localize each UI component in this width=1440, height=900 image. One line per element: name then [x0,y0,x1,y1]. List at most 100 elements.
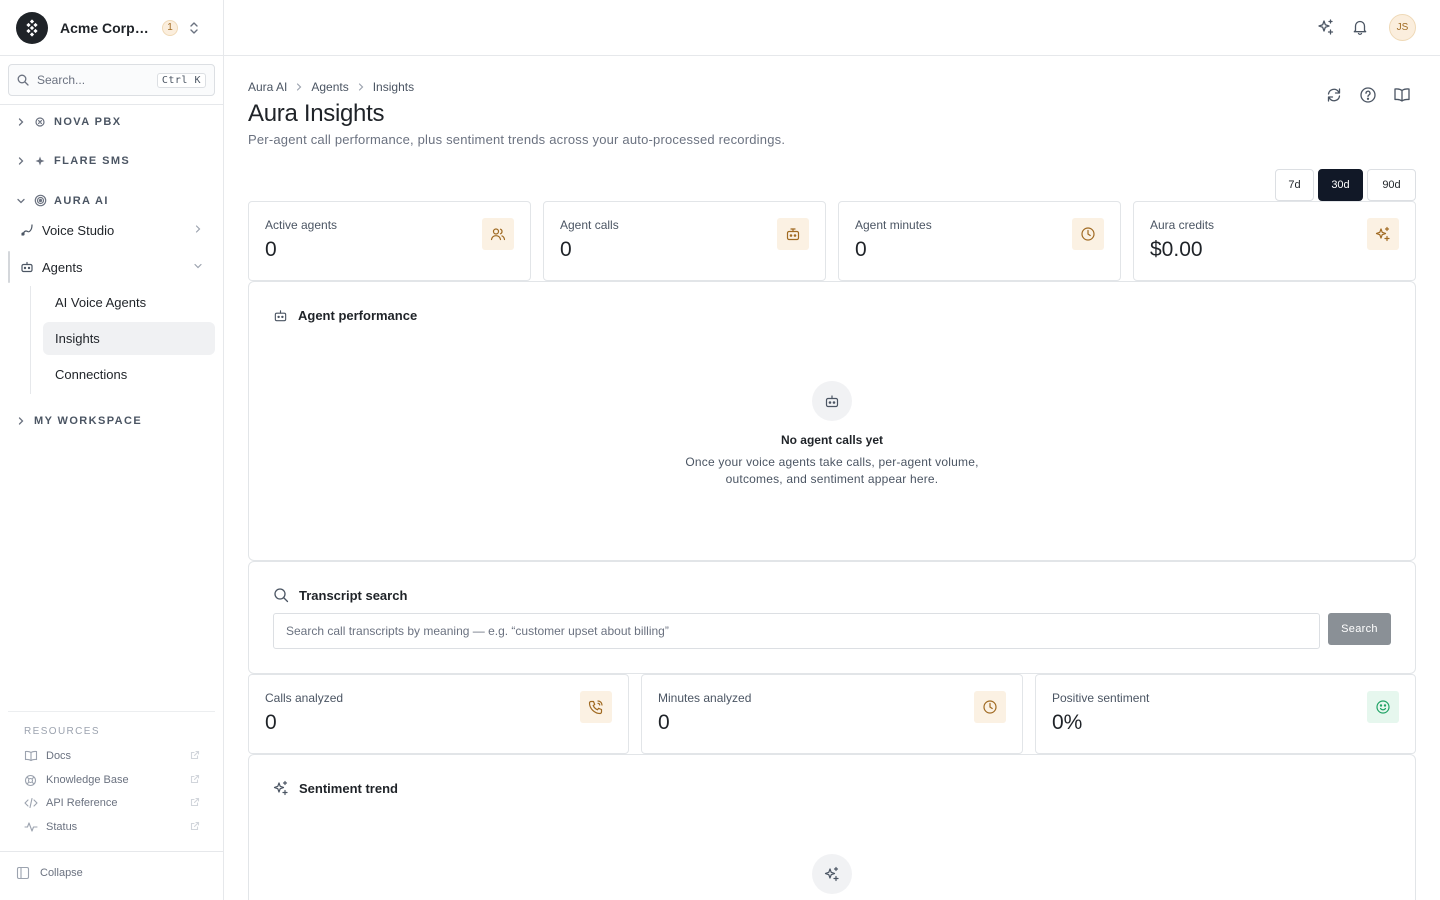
stat-label: Active agents [265,218,338,232]
bot-icon [273,308,288,323]
stat-label: Agent calls [560,218,619,232]
nav-label: Agents [42,259,83,275]
topbar [224,0,1440,56]
phone-icon [34,116,48,128]
clock-icon [1072,218,1104,250]
nav-label: Voice Studio [42,222,115,238]
nav-agents[interactable]: Agents [8,251,215,283]
section-nova-pbx[interactable]: NOVA PBX [16,116,121,128]
chevrons-up-down-icon[interactable] [188,21,200,35]
resource-label: Knowledge Base [46,774,129,786]
chevron-right-icon [16,416,28,426]
search-placeholder: Search... [37,73,86,87]
stat-value: 0 [265,238,277,261]
divider [8,711,215,712]
org-logo [16,11,48,44]
org-switcher[interactable]: Acme Corporation 1 [0,0,223,56]
range-7d-button[interactable]: 7d [1275,169,1314,201]
sparkle-icon [34,155,48,167]
panel-title: Transcript search [273,587,407,603]
section-my-workspace[interactable]: MY WORKSPACE [16,415,142,427]
smile-icon [1367,691,1399,723]
stat-card-agent-calls: Agent calls 0 [543,201,826,281]
chevron-down-icon [193,261,203,271]
breadcrumb-item[interactable]: Aura AI [248,80,287,94]
external-link-icon [190,750,200,760]
help-circle-icon[interactable] [1359,86,1377,104]
stat-card-active-agents: Active agents 0 [248,201,531,281]
phone-icon [580,691,612,723]
stat-card-calls-analyzed: Calls analyzed 0 [248,674,629,754]
stat-value: 0 [855,238,867,261]
stat-card-aura-credits: Aura credits $0.00 [1133,201,1416,281]
empty-state-title: No agent calls yet [780,433,884,447]
activity-icon [24,821,38,833]
resource-label: Status [46,821,78,833]
resource-api-reference[interactable]: API Reference [24,794,200,812]
refresh-icon[interactable] [1325,86,1343,104]
stat-value: $0.00 [1150,238,1203,261]
resource-docs[interactable]: Docs [24,747,200,765]
range-30d-button[interactable]: 30d [1318,169,1363,201]
empty-state-description: Once your voice agents take calls, per-a… [685,455,979,486]
sparkles-icon [273,780,289,796]
chevron-right-icon [295,82,303,92]
chevron-right-icon [357,82,365,92]
divider [0,851,223,852]
section-aura-ai[interactable]: AURA AI [16,194,109,207]
chevron-right-icon [193,224,203,234]
transcript-search-input[interactable]: Search call transcripts by meaning — e.g… [273,613,1320,649]
stat-label: Calls analyzed [265,691,344,705]
panel-title-text: Sentiment trend [299,780,398,796]
stat-label: Positive sentiment [1052,691,1150,705]
users-icon [482,218,514,250]
chevron-right-icon [16,156,28,166]
code-icon [24,797,38,809]
transcript-search-panel: Transcript search Search call transcript… [248,561,1416,674]
sparkles-icon[interactable] [1317,18,1335,36]
avatar[interactable]: JS [1389,14,1416,41]
nav-voice-studio[interactable]: Voice Studio [8,214,215,246]
sidebar-item-insights[interactable]: Insights [43,322,215,355]
sidebar: Acme Corporation 1 Search... Ctrl K NOVA… [0,0,224,900]
section-label: AURA AI [54,194,109,207]
search-shortcut: Ctrl K [156,72,206,88]
resource-label: API Reference [46,797,118,809]
sparkles-icon [812,854,852,894]
book-icon [24,750,38,762]
external-link-icon [190,797,200,807]
panel-title-text: Transcript search [299,587,408,603]
lifebuoy-icon [24,774,38,787]
range-90d-button[interactable]: 90d [1367,169,1416,201]
section-flare-sms[interactable]: FLARE SMS [16,155,130,167]
book-open-icon[interactable] [1393,86,1411,104]
stat-value: 0 [265,711,277,734]
resource-knowledge-base[interactable]: Knowledge Base [24,771,200,789]
bot-icon [812,381,852,421]
stat-card-positive-sentiment: Positive sentiment 0% [1035,674,1416,754]
stat-card-agent-minutes: Agent minutes 0 [838,201,1121,281]
divider [0,104,223,105]
search-icon [273,587,289,603]
org-name: Acme Corporation [60,19,156,36]
stat-card-minutes-analyzed: Minutes analyzed 0 [641,674,1023,754]
bot-icon [20,260,34,274]
sidebar-item-ai-voice-agents[interactable]: AI Voice Agents [43,286,215,319]
bot-icon [777,218,809,250]
external-link-icon [190,821,200,831]
transcript-search-button[interactable]: Search [1328,613,1391,645]
stat-label: Aura credits [1150,218,1215,232]
collapse-button[interactable]: Collapse [16,866,83,880]
sparkles-icon [1367,218,1399,250]
stat-label: Agent minutes [855,218,932,232]
section-label: MY WORKSPACE [34,415,143,427]
sidebar-search[interactable]: Search... Ctrl K [8,64,215,96]
sidebar-item-connections[interactable]: Connections [43,358,215,391]
section-label: FLARE SMS [54,155,131,167]
bell-icon[interactable] [1351,18,1369,36]
resource-status[interactable]: Status [24,818,200,836]
breadcrumb-item[interactable]: Agents [311,80,348,94]
submenu-guide [30,286,31,394]
agent-performance-panel: Agent performance No agent calls yet Onc… [248,281,1416,561]
chevron-right-icon [16,117,28,127]
